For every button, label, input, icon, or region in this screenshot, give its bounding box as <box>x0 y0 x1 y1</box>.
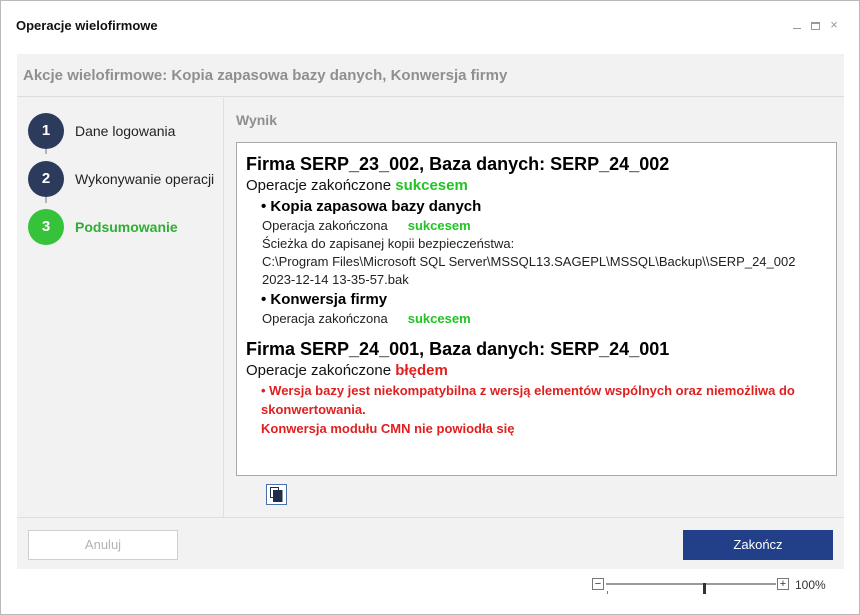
wizard-footer: Anuluj Zakończ <box>17 517 844 569</box>
status-prefix: Operacje zakończone <box>246 177 396 194</box>
op-prefix: Operacja zakończona <box>262 311 388 326</box>
error-message: skonwertowania. <box>261 402 366 417</box>
action-status: Operacja zakończona sukcesem <box>262 217 828 235</box>
wizard-heading: Akcje wielofirmowe: Kopia zapasowa bazy … <box>23 67 508 84</box>
finish-button[interactable]: Zakończ <box>683 530 833 560</box>
minimize-icon[interactable] <box>790 18 804 32</box>
copy-icon[interactable] <box>266 484 287 505</box>
step-number: 2 <box>28 161 64 197</box>
wizard-header: Akcje wielofirmowe: Kopia zapasowa bazy … <box>17 54 844 97</box>
step-wykonywanie-operacji: 2 Wykonywanie operacji <box>28 161 218 197</box>
error-message: • Wersja bazy jest niekompatybilna z wer… <box>261 383 795 398</box>
close-icon[interactable]: × <box>827 18 841 32</box>
step-number: 3 <box>28 209 64 245</box>
zoom-tick <box>607 591 608 594</box>
copy-icon-glyph <box>270 487 283 502</box>
backup-path-label: Ścieżka do zapisanej kopii bezpieczeństw… <box>262 236 515 251</box>
op-success: sukcesem <box>407 311 471 326</box>
op-prefix: Operacja zakończona <box>262 218 388 233</box>
result-label: Wynik <box>236 112 277 128</box>
wizard-panel: Akcje wielofirmowe: Kopia zapasowa bazy … <box>17 54 844 569</box>
maximize-icon[interactable] <box>808 18 822 32</box>
status-prefix: Operacje zakończone <box>246 362 396 379</box>
zoom-out-button[interactable]: − <box>592 578 604 590</box>
cancel-button[interactable]: Anuluj <box>28 530 178 560</box>
zoom-slider[interactable] <box>606 583 776 594</box>
result-textbox[interactable]: Firma SERP_23_002, Baza danych: SERP_24_… <box>236 142 837 476</box>
step-label: Dane logowania <box>75 123 176 139</box>
result-area: Wynik Firma SERP_23_002, Baza danych: SE… <box>224 98 844 517</box>
action-title: • Kopia zapasowa bazy danych <box>261 198 482 215</box>
company-title: Firma SERP_24_001, Baza danych: SERP_24_… <box>246 339 670 359</box>
step-label: Wykonywanie operacji <box>75 171 215 187</box>
error-message: Konwersja modułu CMN nie powiodła się <box>261 421 515 436</box>
status-success: sukcesem <box>395 177 468 194</box>
step-label: Podsumowanie <box>75 219 178 235</box>
zoom-slider-thumb[interactable] <box>703 583 706 594</box>
zoom-level: 100% <box>795 578 826 592</box>
window: Operacje wielofirmowe × Akcje wielofirmo… <box>0 0 860 615</box>
backup-path-line: 2023-12-14 13-35-57.bak <box>262 272 409 287</box>
title-bar: Operacje wielofirmowe × <box>1 1 859 51</box>
action-status: Operacja zakończona sukcesem <box>262 310 828 328</box>
op-success: sukcesem <box>407 218 471 233</box>
step-dane-logowania: 1 Dane logowania <box>28 113 218 149</box>
backup-path-line: C:\Program Files\Microsoft SQL Server\MS… <box>262 254 796 269</box>
company-status: Operacje zakończone błędem <box>246 361 828 381</box>
step-number: 1 <box>28 113 64 149</box>
steps-sidebar: 1 Dane logowania 2 Wykonywanie operacji … <box>17 98 224 517</box>
zoom-control: − + 100% <box>592 578 832 594</box>
action-title: • Konwersja firmy <box>261 291 388 308</box>
company-title: Firma SERP_23_002, Baza danych: SERP_24_… <box>246 154 670 174</box>
status-error: błędem <box>395 362 448 379</box>
zoom-in-button[interactable]: + <box>777 578 789 590</box>
company-status: Operacje zakończone sukcesem <box>246 176 828 196</box>
step-podsumowanie: 3 Podsumowanie <box>28 209 218 245</box>
window-title: Operacje wielofirmowe <box>16 18 158 33</box>
